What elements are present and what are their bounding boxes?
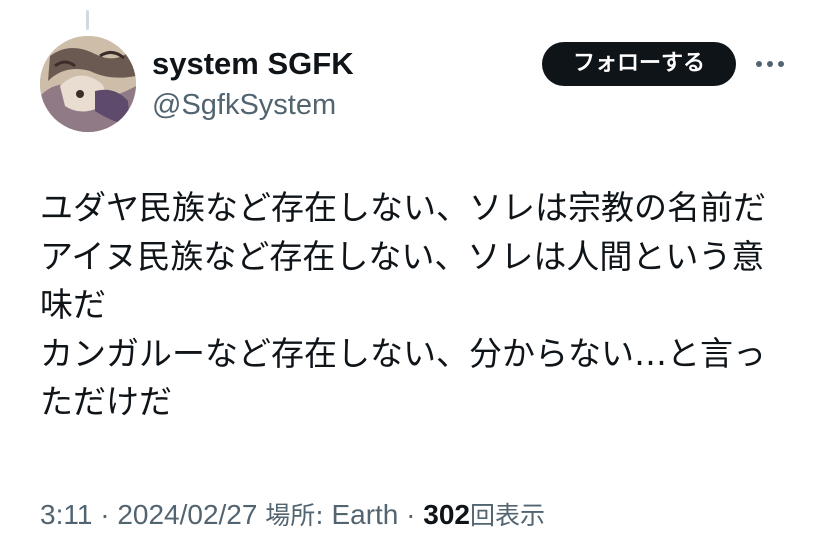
follow-button[interactable]: フォローする bbox=[542, 42, 736, 86]
avatar-image bbox=[40, 36, 136, 132]
author-display-name[interactable]: system SGFK bbox=[152, 44, 354, 84]
tweet-metadata: 3:11 · 2024/02/27 場所: Earth · 302回表示 bbox=[40, 496, 545, 535]
thread-connector-line bbox=[86, 10, 89, 30]
location-prefix: 場所: bbox=[265, 501, 324, 530]
meta-separator: · bbox=[406, 499, 416, 530]
tweet-line: 味だ bbox=[40, 285, 106, 324]
location-value: Earth bbox=[331, 499, 399, 530]
views-label: 回表示 bbox=[470, 501, 546, 530]
tweet-line: アイヌ民族など存在しない、ソレは人間という意 bbox=[40, 236, 765, 276]
tweet-line: ユダヤ民族など存在しない、ソレは宗教の名前だ bbox=[40, 188, 766, 227]
more-horizontal-icon[interactable] bbox=[754, 54, 786, 74]
tweet-line: ただけだ bbox=[40, 382, 172, 421]
meta-separator: · bbox=[100, 499, 110, 530]
tweet-time[interactable]: 3:11 bbox=[40, 499, 92, 530]
tweet-body: ユダヤ民族など存在しない、ソレは宗教の名前だ アイヌ民族など存在しない、ソレは人… bbox=[40, 184, 800, 427]
tweet-date[interactable]: 2024/02/27 bbox=[117, 499, 257, 530]
avatar[interactable] bbox=[40, 36, 136, 132]
views-count: 302 bbox=[423, 499, 470, 530]
tweet-line: カンガルーなど存在しない、分からない…と言っ bbox=[40, 333, 766, 373]
author-handle[interactable]: @SgfkSystem bbox=[152, 86, 336, 124]
